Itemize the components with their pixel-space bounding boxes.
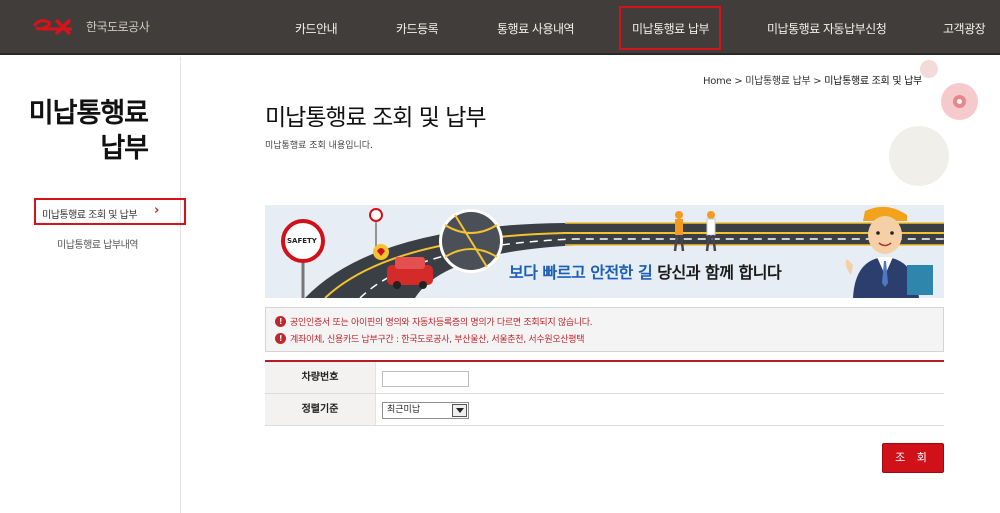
page-title: 미납통행료 조회 및 납부 bbox=[265, 105, 487, 131]
notice-line-2: ! 계좌이체, 신용카드 납부구간 : 한국도로공사, 부산울산, 서울춘천, … bbox=[275, 332, 585, 345]
global-nav: 카드안내 카드등록 통행료 사용내역 미납통행료 납부 미납통행료 자동납부신청… bbox=[0, 0, 1000, 55]
sidebar-title: 미납통행료 납부 bbox=[16, 96, 149, 166]
breadcrumb-separator: > bbox=[734, 76, 743, 87]
breadcrumb: Home > 미납통행료 납부 > 미납통행료 조회 및 납부 bbox=[703, 72, 922, 87]
nav-unpaid-auto-payment[interactable]: 미납통행료 자동납부신청 bbox=[767, 20, 887, 37]
sidebar-item-payment-history[interactable]: 미납통행료 납부내역 bbox=[57, 236, 138, 251]
chevron-right-icon: › bbox=[154, 203, 160, 218]
search-button[interactable]: 조 회 bbox=[882, 443, 944, 473]
decorative-circle bbox=[941, 83, 978, 120]
exclamation-icon: ! bbox=[275, 333, 286, 344]
form-row-car-number: 차량번호 bbox=[265, 362, 944, 394]
sidebar-divider bbox=[180, 57, 181, 513]
breadcrumb-current: 미납통행료 조회 및 납부 bbox=[824, 76, 922, 87]
car-number-cell bbox=[375, 362, 944, 393]
banner-illustration bbox=[265, 205, 944, 298]
sidebar-item-inquiry-payment[interactable]: 미납통행료 조회 및 납부 bbox=[42, 206, 138, 221]
nav-toll-history[interactable]: 통행료 사용내역 bbox=[497, 20, 575, 37]
page-subtitle: 미납통행료 조회 내용입니다. bbox=[265, 141, 373, 151]
form-row-sort: 정렬기준 최근미납 bbox=[265, 394, 944, 426]
nav-customer-plaza[interactable]: 고객광장 bbox=[943, 20, 986, 37]
banner-slogan-black: 당신과 함께 합니다 bbox=[657, 263, 782, 282]
decorative-circle bbox=[920, 60, 938, 78]
active-nav-highlight bbox=[619, 6, 721, 50]
notice-text-1: 공인인증서 또는 아이핀의 명의와 자동차등록증의 명의가 다르면 조회되지 않… bbox=[290, 318, 593, 328]
sidebar-title-line2: 납부 bbox=[100, 133, 149, 164]
exclamation-icon: ! bbox=[275, 316, 286, 327]
safety-sign-label: SAFETY bbox=[287, 237, 317, 245]
breadcrumb-home[interactable]: Home bbox=[703, 76, 732, 87]
banner-slogan-blue: 보다 빠르고 안전한 길 bbox=[509, 263, 653, 282]
sort-cell: 최근미납 bbox=[375, 394, 944, 425]
car-number-input[interactable] bbox=[382, 371, 469, 387]
nav-card-guide[interactable]: 카드안내 bbox=[295, 20, 338, 37]
sidebar-title-line1: 미납통행료 bbox=[28, 98, 149, 129]
sort-label: 정렬기준 bbox=[265, 394, 375, 425]
notice-box: ! 공인인증서 또는 아이핀의 명의와 자동차등록증의 명의가 다르면 조회되지… bbox=[265, 307, 944, 352]
breadcrumb-separator: > bbox=[813, 76, 822, 87]
breadcrumb-level1[interactable]: 미납통행료 납부 bbox=[745, 76, 810, 87]
nav-card-register[interactable]: 카드등록 bbox=[396, 20, 439, 37]
car-number-label: 차량번호 bbox=[265, 362, 375, 393]
decorative-circle bbox=[889, 126, 949, 186]
sort-order-select[interactable]: 최근미납 bbox=[382, 402, 469, 419]
safety-banner: SAFETY 보다 빠르고 안전한 길 당신과 함께 합니다 bbox=[265, 205, 944, 298]
banner-slogan: 보다 빠르고 안전한 길 당신과 함께 합니다 bbox=[509, 259, 782, 283]
notice-line-1: ! 공인인증서 또는 아이핀의 명의와 자동차등록증의 명의가 다르면 조회되지… bbox=[275, 315, 593, 328]
top-navigation-bar: 한국도로공사 카드안내 카드등록 통행료 사용내역 미납통행료 납부 미납통행료… bbox=[0, 0, 1000, 55]
search-form: 차량번호 정렬기준 최근미납 bbox=[265, 360, 944, 426]
dropdown-arrow-icon[interactable] bbox=[452, 404, 467, 417]
sort-selected-value: 최근미납 bbox=[387, 405, 421, 415]
notice-text-2: 계좌이체, 신용카드 납부구간 : 한국도로공사, 부산울산, 서울춘천, 서수… bbox=[290, 335, 585, 345]
